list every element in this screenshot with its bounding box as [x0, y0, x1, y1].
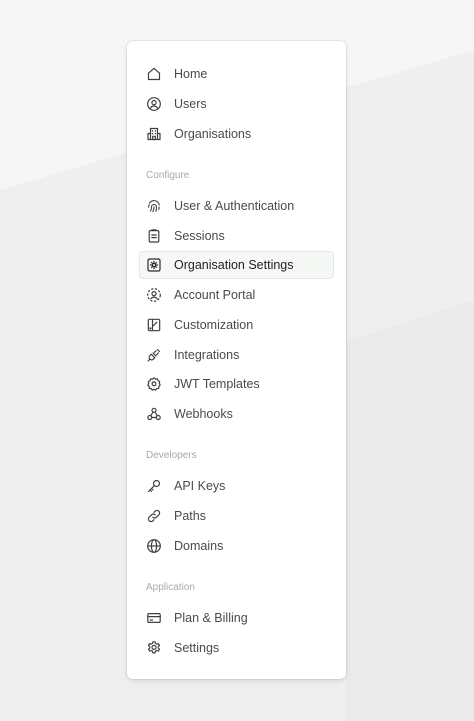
sidebar-item-domains[interactable]: Domains	[139, 532, 334, 560]
user-circle-icon	[146, 96, 162, 112]
sidebar-item-label: Organisations	[174, 127, 252, 141]
home-icon	[146, 66, 162, 82]
credit-card-icon	[146, 610, 162, 626]
sidebar-item-jwt-templates[interactable]: JWT Templates	[139, 370, 334, 398]
sidebar-item-plan-billing[interactable]: Plan & Billing	[139, 604, 334, 632]
sidebar-item-label: API Keys	[174, 479, 226, 493]
gear-icon	[146, 640, 162, 656]
sidebar-item-label: Settings	[174, 641, 220, 655]
palette-icon	[146, 317, 162, 333]
sidebar-item-label: Users	[174, 97, 207, 111]
sidebar-item-label: Integrations	[174, 348, 240, 362]
sidebar-item-label: Plan & Billing	[174, 611, 248, 625]
sidebar-item-label: Customization	[174, 318, 254, 332]
sidebar-panel: Home Users Organisations Configure User …	[127, 41, 346, 679]
sidebar-item-customization[interactable]: Customization	[139, 311, 334, 339]
sidebar-item-users[interactable]: Users	[139, 90, 334, 118]
sidebar-item-sessions[interactable]: Sessions	[139, 222, 334, 250]
sidebar-item-label: Webhooks	[174, 407, 233, 421]
globe-icon	[146, 538, 162, 554]
sidebar-item-home[interactable]: Home	[139, 60, 334, 88]
sidebar-item-label: Organisation Settings	[174, 258, 294, 272]
clipboard-icon	[146, 228, 162, 244]
sidebar-item-integrations[interactable]: Integrations	[139, 341, 334, 369]
sidebar-item-user-authentication[interactable]: User & Authentication	[139, 192, 334, 220]
sidebar-item-organisations[interactable]: Organisations	[139, 120, 334, 148]
link-icon	[146, 508, 162, 524]
user-dashed-circle-icon	[146, 287, 162, 303]
sidebar-item-label: JWT Templates	[174, 377, 260, 391]
sidebar-item-api-keys[interactable]: API Keys	[139, 472, 334, 500]
sidebar-item-organisation-settings[interactable]: Organisation Settings	[139, 251, 334, 279]
plug-icon	[146, 347, 162, 363]
section-title-application: Application	[146, 582, 195, 593]
sidebar-item-account-portal[interactable]: Account Portal	[139, 281, 334, 309]
sidebar-item-label: Sessions	[174, 229, 225, 243]
sidebar-item-settings[interactable]: Settings	[139, 634, 334, 662]
building-icon	[146, 126, 162, 142]
sidebar-item-webhooks[interactable]: Webhooks	[139, 400, 334, 428]
sidebar-item-label: User & Authentication	[174, 199, 295, 213]
gear-square-icon	[146, 257, 162, 273]
webhook-icon	[146, 406, 162, 422]
badge-icon	[146, 376, 162, 392]
sidebar-item-label: Home	[174, 67, 208, 81]
section-title-developers: Developers	[146, 450, 197, 461]
sidebar-item-label: Paths	[174, 509, 206, 523]
section-title-configure: Configure	[146, 170, 190, 181]
fingerprint-icon	[146, 198, 162, 214]
sidebar-item-paths[interactable]: Paths	[139, 502, 334, 530]
sidebar-item-label: Account Portal	[174, 288, 256, 302]
sidebar-item-label: Domains	[174, 539, 224, 553]
key-icon	[146, 478, 162, 494]
